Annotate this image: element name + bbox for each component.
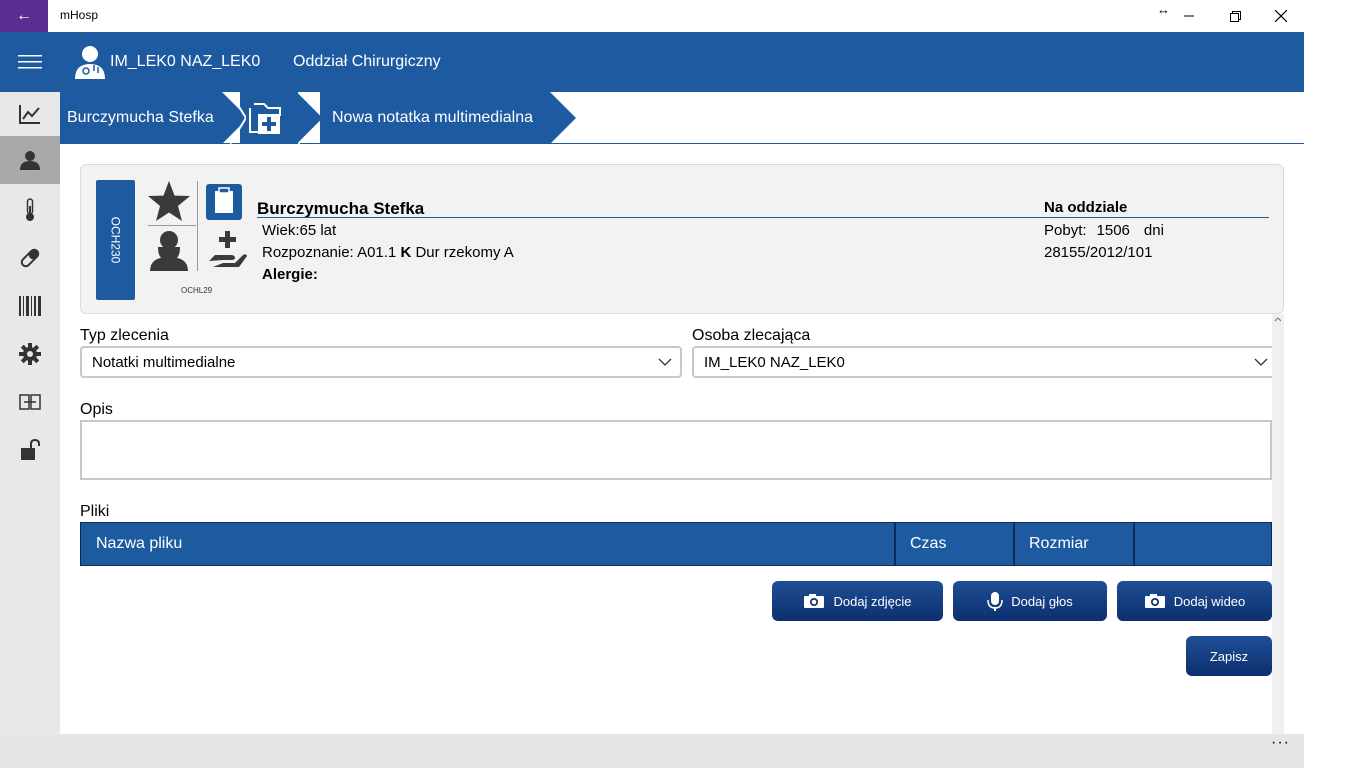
breadcrumb-folder[interactable] (240, 92, 298, 144)
save-label: Zapisz (1209, 648, 1249, 664)
files-table-header: Nazwa pliku Czas Rozmiar (80, 522, 1272, 566)
description-field[interactable] (80, 420, 1272, 480)
switch-icon (19, 394, 41, 410)
stay-value: 1506 (1096, 222, 1130, 239)
diagnosis-text: Dur rzekomy A (411, 244, 514, 261)
sidebar-item-temperature[interactable] (0, 186, 60, 234)
patient-divider (257, 217, 1269, 218)
sidebar-item-patient[interactable] (0, 136, 60, 184)
folder-add-icon (249, 103, 281, 134)
sidebar-item-settings[interactable] (0, 330, 60, 378)
back-arrow-icon: ← (16, 7, 32, 24)
restore-icon (1229, 10, 1241, 22)
add-photo-button[interactable]: Dodaj zdjęcie (772, 581, 943, 621)
patient-age: Wiek:65 lat (262, 222, 337, 239)
clipboard-icon[interactable] (205, 183, 243, 221)
close-icon (1275, 10, 1287, 22)
close-button[interactable] (1258, 0, 1304, 32)
back-button[interactable]: ← (0, 0, 48, 32)
breadcrumb-arrow (550, 92, 576, 144)
ordering-person-value: IM_LEK0 NAZ_LEK0 (704, 353, 845, 371)
breadcrumb-current-page: Nowa notatka multimedialna (320, 92, 550, 144)
camera-icon (1144, 594, 1165, 608)
chevron-down-icon (658, 358, 672, 366)
files-label: Pliki (80, 503, 110, 520)
department-name[interactable]: Oddział Chirurgiczny (293, 53, 441, 71)
sidebar-item-medication[interactable] (0, 234, 60, 282)
thermometer-icon (26, 198, 34, 221)
unlock-icon (21, 439, 40, 460)
stay-label: Pobyt: (1044, 222, 1087, 239)
add-voice-button[interactable]: Dodaj głos (953, 581, 1107, 621)
order-type-select[interactable]: Notatki multimedialne (80, 346, 682, 378)
column-actions (1134, 523, 1272, 565)
app-bar (0, 734, 1304, 768)
description-label: Opis (80, 401, 113, 418)
pill-icon (20, 248, 40, 268)
patient-icons (145, 179, 253, 275)
app-header: IM_LEK0 NAZ_LEK0 Oddział Chirurgiczny (60, 32, 1304, 92)
diagnosis-code: Rozpoznanie: A01.1 (262, 244, 401, 261)
bed-tag[interactable]: OCH230 (96, 180, 135, 300)
gear-icon (19, 343, 41, 365)
sidebar-item-barcode[interactable] (0, 282, 60, 330)
doctor-icon (75, 46, 105, 79)
sidebar (0, 32, 60, 734)
stay-unit: dni (1143, 222, 1164, 239)
breadcrumb-separator (230, 92, 246, 144)
breadcrumb-page-label: Nowa notatka multimedialna (332, 109, 533, 126)
patient-diagnosis: Rozpoznanie: A01.1 K Dur rzekomy A (262, 244, 514, 261)
camera-icon (804, 594, 825, 608)
bed-number: OCH230 (108, 216, 123, 264)
patient-allergies: Alergie: (262, 266, 318, 283)
add-voice-label: Dodaj głos (1011, 593, 1073, 609)
add-photo-label: Dodaj zdjęcie (833, 593, 912, 609)
icon-divider (197, 181, 198, 271)
barcode-icon (19, 296, 41, 316)
hamburger-icon (18, 55, 42, 69)
patient-card[interactable]: OCH230 OCHL29 Burczymucha Stefka Wiek:65… (80, 164, 1284, 314)
app-title: mHosp (60, 8, 99, 22)
current-user-name: IM_LEK0 NAZ_LEK0 (110, 53, 261, 70)
restore-button[interactable] (1212, 0, 1258, 32)
chevron-down-icon (1254, 358, 1268, 366)
female-person-icon[interactable] (145, 227, 197, 273)
breadcrumb-patient[interactable]: Burczymucha Stefka (60, 92, 222, 144)
column-time[interactable]: Czas (894, 523, 1015, 565)
sidebar-item-switch[interactable] (0, 378, 60, 426)
patient-status: Na oddziale (1044, 199, 1128, 216)
patient-name: Burczymucha Stefka (257, 199, 425, 218)
save-button[interactable]: Zapisz (1186, 636, 1272, 676)
column-file-name[interactable]: Nazwa pliku (81, 523, 896, 565)
diagnosis-flag: K (400, 244, 412, 261)
column-size[interactable]: Rozmiar (1014, 523, 1135, 565)
icon-divider (148, 225, 196, 226)
chart-line-icon (19, 105, 40, 124)
order-type-value: Notatki multimedialne (92, 353, 236, 371)
patient-stay: Pobyt: 1506 dni (1044, 222, 1164, 239)
minimize-icon (1184, 15, 1194, 17)
microphone-icon (987, 592, 1004, 611)
hamburger-menu-button[interactable] (0, 32, 60, 92)
scrollbar[interactable] (1272, 314, 1284, 734)
case-number: 28155/2012/101 (1044, 244, 1153, 261)
hand-plus-icon[interactable] (205, 227, 249, 271)
room-number: OCHL29 (181, 286, 213, 295)
add-video-button[interactable]: Dodaj wideo (1117, 581, 1272, 621)
ordering-person-select[interactable]: IM_LEK0 NAZ_LEK0 (692, 346, 1278, 378)
minimize-button[interactable] (1166, 0, 1212, 32)
breadcrumb: Burczymucha Stefka Nowa notatka multimed… (60, 92, 1304, 144)
add-video-label: Dodaj wideo (1173, 593, 1246, 609)
order-type-label: Typ zlecenia (80, 327, 169, 344)
title-bar: ← mHosp ↔ (0, 0, 1366, 32)
ordering-person-label: Osoba zlecająca (692, 327, 811, 344)
person-icon (20, 151, 40, 170)
breadcrumb-patient-label: Burczymucha Stefka (67, 109, 214, 126)
sidebar-item-chart[interactable] (0, 90, 60, 138)
scroll-up-icon[interactable] (1274, 316, 1282, 322)
sidebar-item-lock[interactable] (0, 426, 60, 474)
more-options-button[interactable]: ··· (1271, 734, 1290, 752)
star-icon[interactable] (145, 179, 197, 223)
